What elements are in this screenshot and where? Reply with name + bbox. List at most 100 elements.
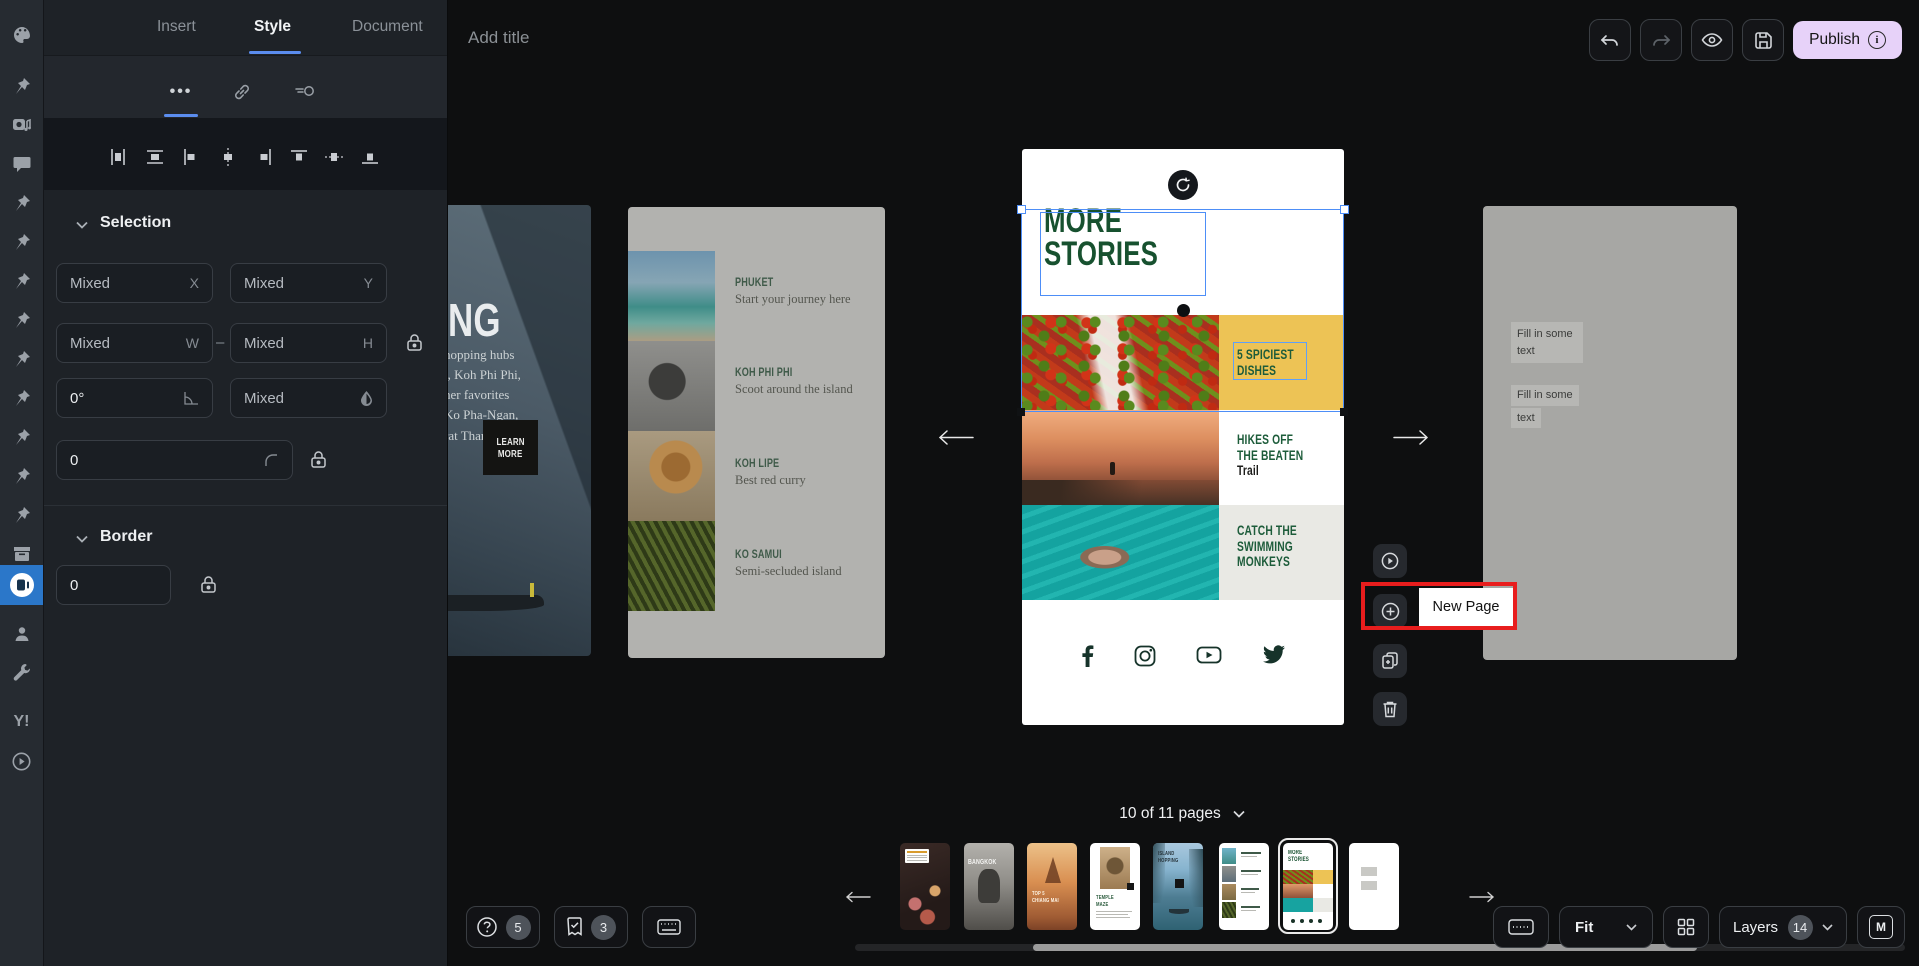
- save-button[interactable]: [1742, 19, 1784, 61]
- y-field[interactable]: Mixed Y: [230, 263, 387, 303]
- thumbnail-page-2[interactable]: BANGKOK: [964, 843, 1014, 930]
- prev-page-arrow[interactable]: [938, 430, 974, 445]
- x-field[interactable]: Mixed X: [56, 263, 213, 303]
- aspect-lock-icon[interactable]: [406, 333, 423, 352]
- align-center-vertical-icon[interactable]: [324, 147, 344, 167]
- youtube-icon[interactable]: [1196, 645, 1222, 667]
- help-button[interactable]: 5: [466, 906, 540, 948]
- pin-icon[interactable]: [0, 265, 43, 297]
- align-center-horizontal-icon[interactable]: [218, 147, 238, 167]
- collapse-selection-icon[interactable]: [76, 221, 88, 229]
- document-title-input[interactable]: Add title: [468, 28, 529, 48]
- distribute-vertical-icon[interactable]: [145, 147, 165, 167]
- subtab-general-icon[interactable]: •••: [167, 80, 195, 104]
- placeholder-line: text: [1517, 343, 1577, 360]
- tab-document[interactable]: Document: [352, 18, 423, 36]
- thumbnail-page-6[interactable]: [1219, 843, 1269, 930]
- editor-canvas[interactable]: Add title Publish i NG hopping hubs i, K…: [447, 0, 1919, 966]
- mode-button[interactable]: M: [1857, 906, 1905, 948]
- page-prev[interactable]: NG hopping hubs i, Koh Phi Phi, her favo…: [447, 205, 591, 656]
- page-counter[interactable]: 10 of 11 pages: [1047, 805, 1317, 823]
- publish-button[interactable]: Publish i: [1793, 21, 1902, 59]
- placeholder-text-box[interactable]: Fill in some text: [1511, 385, 1579, 428]
- facebook-icon[interactable]: [1081, 645, 1094, 667]
- distribute-horizontal-icon[interactable]: [108, 147, 128, 167]
- wrench-icon[interactable]: [0, 656, 43, 688]
- palm-photo: [628, 521, 715, 611]
- subtab-effects-icon[interactable]: [292, 80, 320, 104]
- align-right-icon[interactable]: [254, 147, 274, 167]
- selection-handle-bottom-right[interactable]: [1340, 408, 1348, 416]
- thumbs-next-arrow[interactable]: [1469, 891, 1495, 903]
- pin-icon[interactable]: [0, 343, 43, 375]
- pin-icon[interactable]: [0, 187, 43, 219]
- palette-icon[interactable]: [0, 19, 43, 51]
- duplicate-page-button[interactable]: [1373, 644, 1407, 678]
- height-field[interactable]: Mixed H: [230, 323, 387, 363]
- monkey-photo[interactable]: [1022, 505, 1219, 600]
- pin-icon[interactable]: [0, 460, 43, 492]
- comment-icon[interactable]: [0, 147, 43, 179]
- grid-view-button[interactable]: [1663, 906, 1709, 948]
- zoom-fit-dropdown[interactable]: Fit: [1559, 906, 1653, 948]
- rotation-field[interactable]: 0°: [56, 378, 213, 418]
- row2-text-cell[interactable]: HIKES OFF THE BEATEN Trail: [1219, 410, 1344, 505]
- opacity-field[interactable]: Mixed: [230, 378, 387, 418]
- width-field[interactable]: Mixed W: [56, 323, 213, 363]
- boat-graphic: [447, 595, 544, 611]
- thumbs-prev-arrow[interactable]: [845, 891, 871, 903]
- pin-icon[interactable]: [0, 304, 43, 336]
- delete-page-button[interactable]: [1373, 692, 1407, 726]
- learn-more-button[interactable]: LEARN MORE: [483, 420, 538, 475]
- radius-lock-icon[interactable]: [310, 450, 327, 469]
- thumbnail-page-4[interactable]: TEMPLE MAZE: [1090, 843, 1140, 930]
- keyboard-toggle-button[interactable]: [1493, 906, 1549, 948]
- pin-icon[interactable]: [0, 382, 43, 414]
- shortcuts-button[interactable]: [642, 906, 696, 948]
- align-top-icon[interactable]: [289, 147, 309, 167]
- play-preview-button[interactable]: [1373, 544, 1407, 578]
- pin-icon[interactable]: [0, 226, 43, 258]
- tab-insert[interactable]: Insert: [157, 18, 196, 36]
- align-bottom-icon[interactable]: [360, 147, 380, 167]
- border-width-field[interactable]: 0: [56, 565, 171, 605]
- instagram-icon[interactable]: [1134, 645, 1156, 667]
- layers-dropdown[interactable]: Layers 14: [1719, 906, 1847, 948]
- sidebar-item-device-preview[interactable]: [0, 565, 43, 605]
- page-list[interactable]: PHUKET Start your journey here KOH PHI P…: [628, 207, 885, 658]
- thumbnail-page-1[interactable]: [900, 843, 950, 930]
- y-brand-icon[interactable]: Y!: [0, 706, 43, 738]
- pin-icon[interactable]: [0, 421, 43, 453]
- corner-radius-field[interactable]: 0: [56, 440, 293, 480]
- preview-eye-button[interactable]: [1691, 19, 1733, 61]
- rotate-handle[interactable]: [1168, 170, 1198, 200]
- selection-center-handle[interactable]: [1177, 304, 1190, 317]
- align-left-icon[interactable]: [181, 147, 201, 167]
- checklist-button[interactable]: 3: [554, 906, 628, 948]
- play-circle-icon[interactable]: [0, 745, 43, 777]
- media-icon[interactable]: [0, 109, 43, 141]
- pin-icon[interactable]: [0, 499, 43, 531]
- selection-handle-top-right[interactable]: [1340, 205, 1349, 214]
- selection-handle-bottom-left[interactable]: [1017, 408, 1025, 416]
- next-page-arrow[interactable]: [1393, 430, 1429, 445]
- subtab-link-icon[interactable]: [228, 80, 256, 104]
- boat-flag: [530, 583, 534, 597]
- pin-icon[interactable]: [0, 70, 43, 102]
- collapse-border-icon[interactable]: [76, 535, 88, 543]
- tab-style[interactable]: Style: [254, 18, 291, 36]
- page-next[interactable]: Fill in some text Fill in some text: [1483, 206, 1737, 660]
- twitter-icon[interactable]: [1262, 645, 1286, 667]
- undo-button[interactable]: [1589, 19, 1631, 61]
- thumbnail-page-7-selected[interactable]: MORE STORIES: [1283, 843, 1333, 930]
- user-icon[interactable]: [0, 618, 43, 650]
- redo-button[interactable]: [1640, 19, 1682, 61]
- row3-text-cell[interactable]: CATCH THE SWIMMING MONKEYS: [1219, 505, 1344, 600]
- placeholder-text-box[interactable]: Fill in some text: [1511, 322, 1583, 363]
- selection-handle-top-left[interactable]: [1017, 205, 1026, 214]
- mountain-photo[interactable]: [1022, 410, 1219, 505]
- thumbnail-page-8[interactable]: [1349, 843, 1399, 930]
- border-lock-icon[interactable]: [200, 575, 217, 594]
- thumbnail-page-5[interactable]: ISLAND HOPPING: [1153, 843, 1203, 930]
- thumbnail-page-3[interactable]: TOP 5 CHIANG MAI: [1027, 843, 1077, 930]
